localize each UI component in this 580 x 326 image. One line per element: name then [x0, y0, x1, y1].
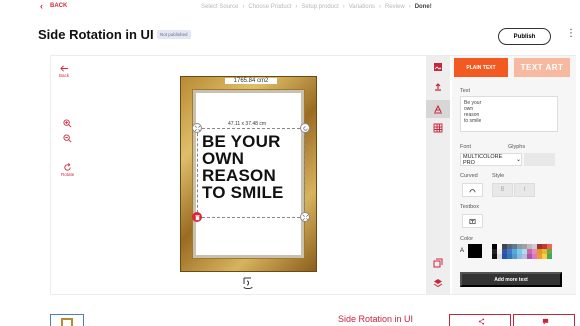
rotate-tool-label: Rotate	[61, 172, 75, 177]
move-icon	[194, 125, 200, 131]
more-options-icon[interactable]: ⋮	[566, 29, 576, 39]
textbox-label: Textbox	[460, 204, 479, 210]
canvas-text-line: BE YOUR	[202, 132, 281, 151]
area-label: 1765.84 cm2	[225, 78, 277, 84]
move-handle[interactable]	[192, 123, 202, 133]
delete-handle[interactable]	[192, 212, 202, 222]
duplicate-icon[interactable]	[433, 258, 443, 268]
canvas-text-line: REASON	[202, 166, 276, 185]
canvas-text[interactable]: BE YOUR OWN REASON TO SMILE	[202, 133, 284, 201]
wizard-steps: Select Source › Choose Product › Setup pro…	[201, 4, 432, 10]
glyphs-label: Glyphs	[508, 144, 526, 150]
trash-icon	[194, 214, 200, 220]
product-title: Side Rotation in UI	[338, 314, 414, 324]
back-tool[interactable]: Back	[59, 64, 69, 78]
textbox-icon	[469, 218, 476, 224]
style-label: Style	[492, 173, 505, 179]
color-swatches	[492, 244, 552, 259]
step-choose-product[interactable]: Choose Product	[248, 4, 291, 10]
font-select[interactable]: MULTICOLORE PRO ⌄	[460, 153, 522, 166]
grid-icon[interactable]	[433, 123, 443, 133]
color-swatch[interactable]	[547, 254, 552, 259]
step-done[interactable]: Done!	[415, 4, 432, 10]
color-letter: A	[460, 248, 465, 254]
curved-label: Curved	[460, 173, 478, 179]
step-separator: ›	[242, 4, 245, 10]
tool-strip	[426, 56, 450, 294]
rotate-icon	[64, 163, 71, 171]
share-icon	[478, 318, 485, 325]
publish-button[interactable]: Publish	[498, 28, 551, 45]
curved-toggle[interactable]	[462, 183, 483, 197]
step-separator: ›	[379, 4, 381, 10]
rotate-icon	[302, 125, 308, 131]
back-label: BACK	[50, 3, 68, 9]
textbox-toggle[interactable]	[462, 214, 483, 228]
add-more-text-button[interactable]: Add more text	[460, 272, 562, 287]
tab-text-art[interactable]: TEXT ART	[514, 58, 570, 77]
resize-icon	[302, 214, 308, 220]
image-icon[interactable]	[433, 62, 443, 72]
text-tool-icon[interactable]	[433, 104, 443, 114]
comment-icon	[542, 318, 549, 325]
share-button[interactable]	[449, 314, 511, 326]
text-input[interactable]: Be your own reason to smile	[460, 96, 558, 132]
comment-button[interactable]	[513, 314, 575, 326]
font-label: Font	[460, 144, 472, 150]
tab-plain-text[interactable]: PLAIN TEXT	[454, 58, 508, 77]
color-label: Color	[460, 236, 474, 242]
rotate-tool[interactable]: Rotate	[61, 163, 74, 177]
curve-icon	[469, 188, 476, 192]
product-thumbnail[interactable]	[50, 314, 84, 326]
zoom-in-button[interactable]	[63, 119, 72, 128]
zoom-out-button[interactable]	[63, 134, 72, 143]
back-link[interactable]: ‹ BACK	[40, 1, 68, 11]
canvas-text-line: OWN	[202, 149, 245, 168]
thumbnail-frame	[61, 318, 73, 326]
layers-icon[interactable]	[433, 278, 443, 288]
step-separator: ›	[408, 4, 411, 10]
text-dimensions: 47.11 x 37.48 cm	[226, 121, 268, 127]
step-setup-product[interactable]: Setup product	[301, 4, 338, 10]
glyphs-select[interactable]	[524, 153, 555, 166]
bold-button[interactable]: B	[492, 183, 513, 197]
page-title: Side Rotation in UI	[38, 27, 154, 42]
resize-handle[interactable]	[300, 212, 310, 222]
back-tool-label: Back	[59, 73, 70, 78]
italic-button[interactable]: I	[514, 183, 535, 197]
text-label: Text	[460, 88, 471, 94]
selected-color-swatch[interactable]	[468, 244, 483, 258]
canvas-text-line: TO SMILE	[202, 183, 284, 202]
color-picker[interactable]: A	[460, 244, 483, 258]
rotate-handle[interactable]	[300, 123, 310, 133]
status-badge: Not published	[157, 30, 191, 39]
side-rotate-icon[interactable]	[240, 275, 256, 291]
arrow-left-icon	[59, 65, 68, 72]
zoom-out-icon	[63, 134, 72, 143]
font-select-value: MULTICOLORE PRO	[463, 153, 503, 166]
step-select-source[interactable]: Select Source	[201, 4, 238, 10]
upload-icon[interactable]	[433, 82, 443, 92]
step-review[interactable]: Review	[385, 4, 405, 10]
chevron-left-icon: ‹	[40, 1, 43, 11]
step-separator: ›	[342, 4, 345, 10]
chevron-down-icon: ⌄	[515, 157, 521, 163]
zoom-in-icon	[63, 119, 72, 128]
step-variations[interactable]: Variations	[349, 4, 375, 10]
step-separator: ›	[295, 4, 298, 10]
